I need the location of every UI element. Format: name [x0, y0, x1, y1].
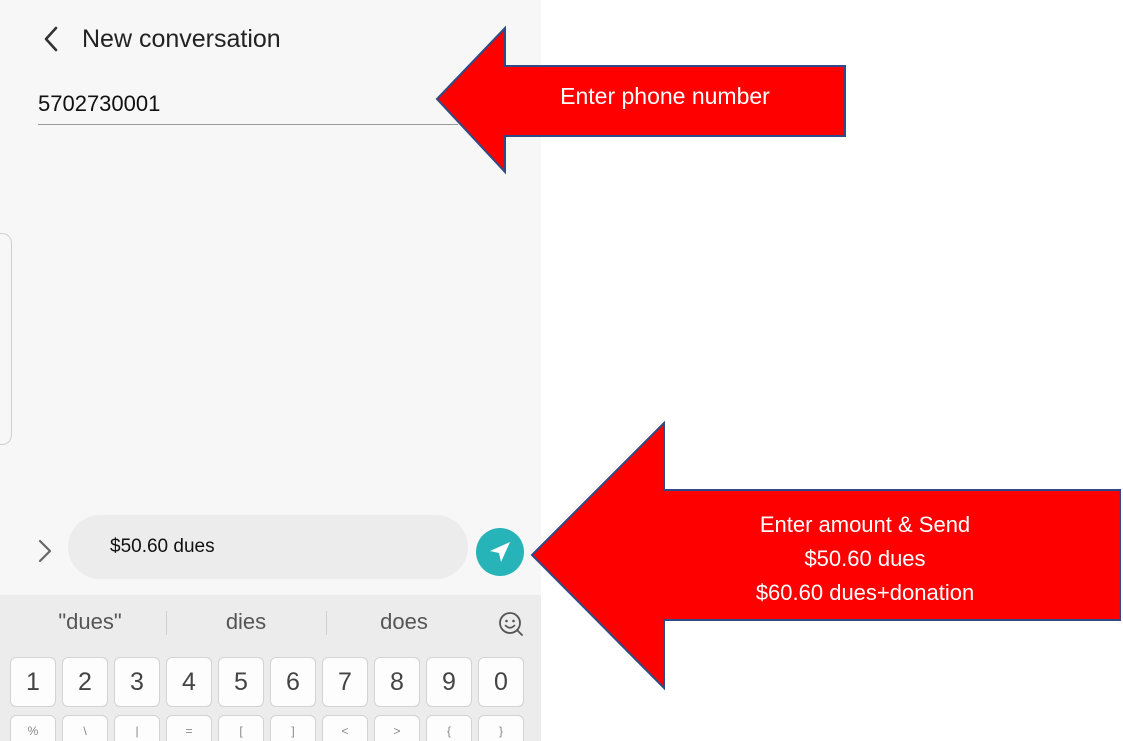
key-4[interactable]: 4 — [166, 657, 212, 707]
key-backslash[interactable]: \ — [62, 715, 108, 741]
suggestion-bar: "dues" dies does — [0, 595, 541, 649]
suggestion-item[interactable]: does — [344, 603, 464, 641]
key-close-brace[interactable]: } — [478, 715, 524, 741]
key-6[interactable]: 6 — [270, 657, 316, 707]
key-8[interactable]: 8 — [374, 657, 420, 707]
back-button[interactable] — [34, 22, 68, 56]
send-button[interactable] — [476, 528, 524, 576]
chevron-left-icon — [44, 26, 58, 52]
smiley-icon — [499, 612, 523, 636]
side-panel-handle[interactable] — [0, 233, 12, 445]
key-pipe[interactable]: | — [114, 715, 160, 741]
key-0[interactable]: 0 — [478, 657, 524, 707]
send-callout-line: Enter amount & Send — [759, 512, 971, 537]
key-greater-than[interactable]: > — [374, 715, 420, 741]
suggestion-item[interactable]: dies — [186, 603, 306, 641]
suggestion-item[interactable]: "dues" — [30, 603, 150, 641]
paper-plane-icon — [490, 542, 510, 562]
suggestion-divider — [326, 611, 327, 635]
key-open-brace[interactable]: { — [426, 715, 472, 741]
key-less-than[interactable]: < — [322, 715, 368, 741]
key-equals[interactable]: = — [166, 715, 212, 741]
keyboard: "dues" dies does 1 2 3 4 5 6 7 8 9 0 % \… — [0, 595, 541, 741]
key-close-bracket[interactable]: ] — [270, 715, 316, 741]
send-callout-line: $50.60 dues — [804, 546, 926, 571]
key-2[interactable]: 2 — [62, 657, 108, 707]
app-header: New conversation — [0, 0, 541, 80]
send-callout-line: $60.60 dues+donation — [755, 580, 975, 605]
key-3[interactable]: 3 — [114, 657, 160, 707]
suggestion-divider — [166, 611, 167, 635]
key-9[interactable]: 9 — [426, 657, 472, 707]
key-5[interactable]: 5 — [218, 657, 264, 707]
message-input[interactable] — [68, 515, 468, 579]
key-7[interactable]: 7 — [322, 657, 368, 707]
key-open-bracket[interactable]: [ — [218, 715, 264, 741]
recipient-input[interactable] — [38, 84, 458, 125]
key-1[interactable]: 1 — [10, 657, 56, 707]
phone-number-callout: Enter phone number — [560, 83, 770, 109]
emoji-button[interactable] — [494, 607, 528, 641]
key-percent[interactable]: % — [10, 715, 56, 741]
send-arrow — [530, 420, 1121, 691]
page-title: New conversation — [82, 25, 281, 53]
send-callout: Enter amount & Send $50.60 dues $60.60 d… — [700, 508, 1030, 610]
phone-screen: New conversation "dues" dies does — [0, 0, 541, 741]
expand-options-button[interactable] — [32, 537, 58, 565]
chevron-right-icon — [38, 539, 52, 563]
